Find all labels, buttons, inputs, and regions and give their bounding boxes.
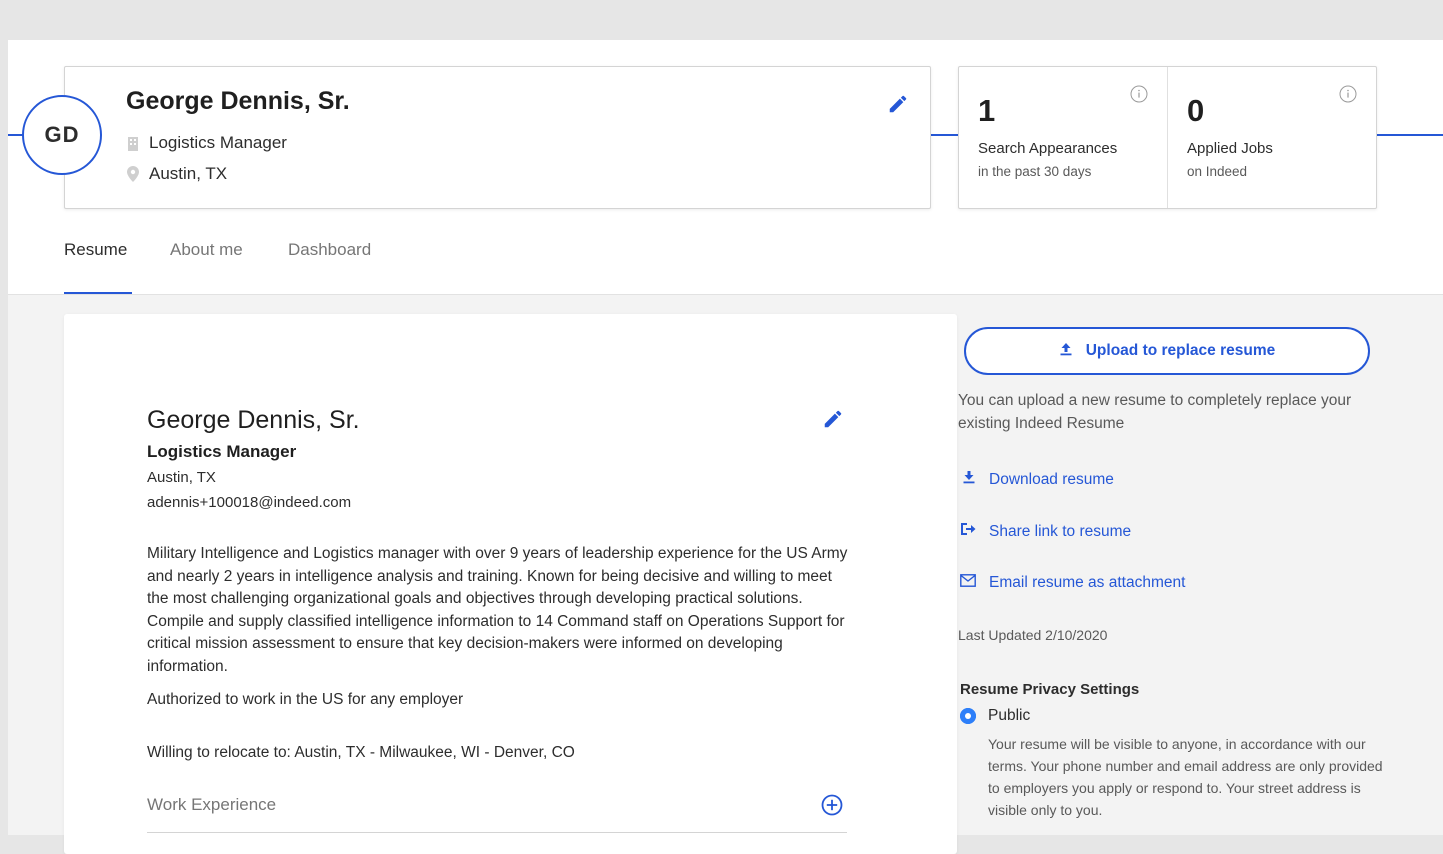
profile-title: Logistics Manager (149, 133, 287, 152)
privacy-public-label[interactable]: Public (988, 707, 1030, 725)
resume-summary: Military Intelligence and Logistics mana… (147, 545, 848, 675)
resume-email: adennis+100018@indeed.com (147, 494, 352, 511)
stat-label: Applied Jobs (1187, 140, 1273, 157)
info-icon[interactable] (1130, 85, 1148, 103)
share-icon (960, 522, 976, 541)
share-resume-label: Share link to resume (989, 522, 1132, 540)
stat-number: 0 (1187, 93, 1205, 128)
section-divider (147, 832, 847, 833)
stat-subtext: in the past 30 days (978, 164, 1092, 179)
tab-dashboard[interactable]: Dashboard (288, 240, 371, 260)
page-frame: George Dennis, Sr. Logistics Manager Aus… (8, 40, 1443, 854)
download-resume-label: Download resume (989, 470, 1114, 488)
stat-subtext: on Indeed (1187, 164, 1248, 179)
resume-name: George Dennis, Sr. (147, 406, 360, 434)
privacy-settings-title: Resume Privacy Settings (960, 681, 1140, 698)
last-updated: Last Updated 2/10/2020 (958, 627, 1108, 643)
active-tab-indicator (64, 292, 132, 294)
tab-about-me[interactable]: About me (170, 240, 243, 260)
resume-relocation: Willing to relocate to: Austin, TX - Mil… (147, 744, 575, 761)
profile-location: Austin, TX (149, 164, 228, 183)
stat-search-appearances: 1 Search Appearances in the past 30 days (959, 67, 1167, 208)
stat-label: Search Appearances (978, 140, 1118, 157)
header-accent-line-right (1375, 134, 1443, 136)
download-icon (962, 470, 976, 489)
profile-name: George Dennis, Sr. (126, 87, 350, 115)
edit-resume-icon[interactable] (822, 408, 844, 430)
upload-help-text: You can upload a new resume to completel… (958, 392, 1352, 432)
resume-card: George Dennis, Sr. Logistics Manager Aus… (64, 314, 957, 854)
profile-location-row: Austin, TX (126, 164, 227, 184)
share-resume-link[interactable]: Share link to resume (960, 522, 1131, 541)
resume-work-authorization: Authorized to work in the US for any emp… (147, 691, 464, 708)
upload-resume-button[interactable]: Upload to replace resume (964, 327, 1370, 375)
email-resume-label: Email resume as attachment (989, 574, 1186, 591)
stat-number: 1 (978, 93, 996, 128)
edit-profile-icon[interactable] (887, 93, 909, 115)
resume-title: Logistics Manager (147, 442, 297, 461)
profile-title-row: Logistics Manager (126, 133, 287, 153)
tab-resume[interactable]: Resume (64, 240, 127, 260)
building-icon (126, 135, 140, 151)
stats-card: 1 Search Appearances in the past 30 days… (958, 66, 1377, 209)
avatar: GD (22, 95, 102, 175)
download-resume-link[interactable]: Download resume (962, 470, 1114, 489)
email-resume-link[interactable]: Email resume as attachment (960, 574, 1185, 592)
upload-icon (1059, 342, 1073, 361)
section-title-work-experience: Work Experience (147, 795, 277, 814)
profile-card: George Dennis, Sr. Logistics Manager Aus… (64, 66, 931, 209)
privacy-public-radio[interactable] (960, 708, 976, 724)
profile-header: George Dennis, Sr. Logistics Manager Aus… (8, 40, 1443, 295)
upload-button-label: Upload to replace resume (1085, 342, 1276, 359)
mail-icon (960, 574, 976, 592)
header-accent-line-middle (929, 134, 958, 136)
add-work-experience-icon[interactable] (821, 794, 843, 816)
stat-applied-jobs: 0 Applied Jobs on Indeed (1167, 67, 1376, 208)
privacy-public-description: Your resume will be visible to anyone, i… (988, 736, 1383, 818)
info-icon[interactable] (1339, 85, 1357, 103)
location-pin-icon (126, 166, 140, 182)
resume-location: Austin, TX (147, 469, 216, 486)
